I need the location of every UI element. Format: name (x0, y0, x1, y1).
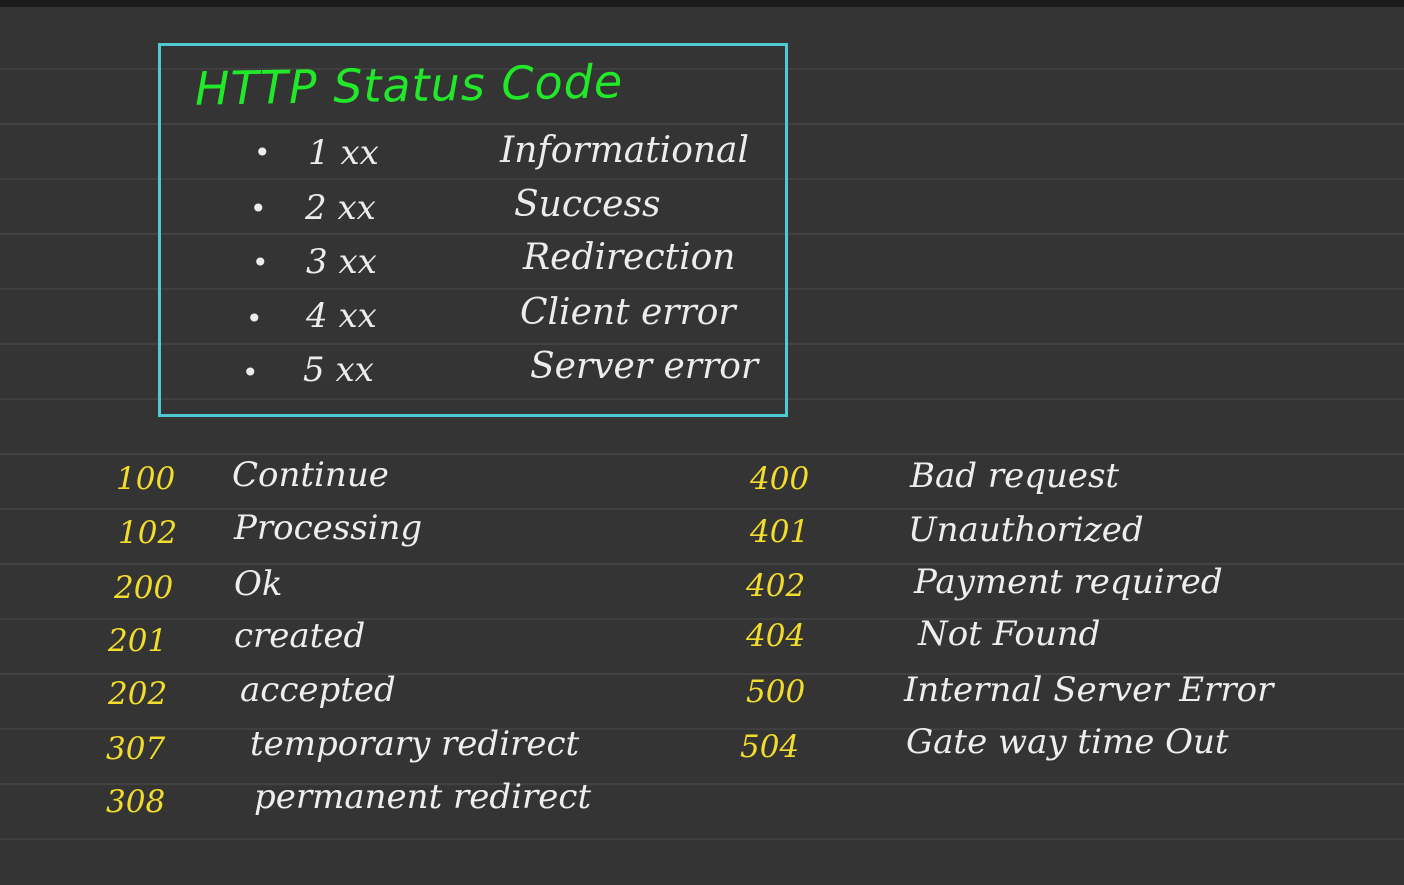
class-code: 3 xx (306, 242, 377, 282)
status-code: 200 (114, 570, 174, 606)
status-description: created (234, 616, 366, 656)
bullet-icon: • (246, 302, 263, 335)
bullet-icon: • (242, 356, 259, 389)
status-description: accepted (240, 670, 396, 710)
status-code: 307 (106, 731, 166, 767)
status-description: Unauthorized (908, 510, 1144, 550)
status-code: 202 (108, 676, 168, 712)
status-code: 201 (108, 623, 168, 659)
class-name: Success (514, 184, 661, 225)
class-name: Informational (500, 130, 750, 171)
top-bar (0, 0, 1404, 7)
class-name: Redirection (523, 237, 736, 278)
class-code: 2 xx (305, 188, 376, 228)
status-description: Not Found (918, 614, 1101, 654)
status-code: 500 (746, 674, 806, 710)
class-code: 1 xx (308, 133, 379, 173)
status-description: Internal Server Error (904, 670, 1274, 710)
status-code: 402 (746, 568, 806, 604)
status-description: Ok (234, 564, 283, 604)
class-code: 5 xx (303, 350, 374, 390)
status-description: temporary redirect (250, 724, 580, 764)
bullet-icon: • (254, 136, 271, 169)
status-description: Gate way time Out (906, 722, 1229, 762)
status-code: 404 (746, 618, 806, 654)
status-code: 308 (106, 784, 166, 820)
status-code: 504 (740, 729, 800, 765)
status-code: 100 (116, 461, 176, 497)
status-description: Continue (232, 455, 389, 495)
class-code: 4 xx (306, 296, 377, 336)
status-description: permanent redirect (254, 777, 592, 817)
status-code: 400 (750, 461, 810, 497)
status-description: Payment required (914, 562, 1223, 602)
class-name: Server error (530, 346, 759, 387)
status-code: 401 (750, 514, 810, 550)
status-description: Bad request (910, 456, 1120, 496)
bullet-icon: • (250, 192, 267, 225)
status-code: 102 (118, 515, 178, 551)
class-name: Client error (520, 292, 736, 333)
page-title: HTTP Status Code (194, 54, 624, 116)
status-description: Processing (234, 508, 423, 548)
bullet-icon: • (252, 246, 269, 279)
